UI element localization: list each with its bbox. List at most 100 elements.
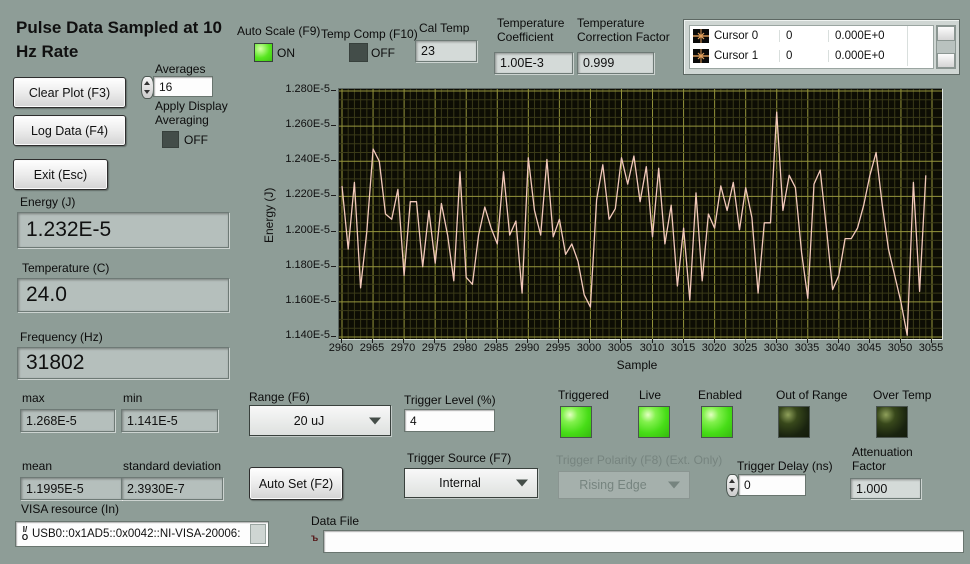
range-dropdown[interactable]: 20 uJ: [249, 405, 391, 436]
cursor-legend-scrollbar[interactable]: [936, 25, 956, 69]
increment-icon[interactable]: [729, 479, 735, 483]
y-tick-mark: [331, 195, 336, 196]
visa-resource-value: USB0::0x1AD5::0x0042::NI-VISA-20006:: [32, 528, 240, 540]
cursor-y-value: 0.000E+0: [828, 30, 907, 42]
log-data-button[interactable]: Log Data (F4): [13, 115, 126, 146]
increment-icon[interactable]: [144, 81, 150, 85]
y-tick-mark: [331, 90, 336, 91]
visa-io-icon: I/O: [18, 526, 32, 542]
live-led: [638, 406, 670, 438]
y-tick-mark: [331, 125, 336, 126]
auto-scale-state: ON: [277, 46, 295, 60]
cursor-x-value: 0: [779, 50, 828, 62]
auto-scale-label: Auto Scale (F9): [237, 24, 320, 38]
y-tick-label: 1.140E-5: [276, 329, 330, 341]
energy-value: 1.232E-5: [17, 212, 229, 248]
max-value: 1.268E-5: [20, 409, 115, 432]
temp-comp-state: OFF: [371, 46, 395, 60]
auto-scale-toggle[interactable]: [254, 43, 273, 62]
temperature-correction-factor-label: Temperature Correction Factor: [577, 16, 687, 45]
y-tick-label: 1.160E-5: [276, 294, 330, 306]
y-tick-mark: [331, 160, 336, 161]
temperature-label: Temperature (C): [22, 261, 109, 275]
cursor-marker-icon: [693, 29, 709, 43]
clear-plot-button[interactable]: Clear Plot (F3): [13, 77, 126, 108]
y-tick-label: 1.200E-5: [276, 224, 330, 236]
trigger-delay-label: Trigger Delay (ns): [737, 459, 833, 473]
temperature-coefficient-input[interactable]: 1.00E-3: [494, 52, 573, 74]
visa-scroll-cap[interactable]: [250, 524, 266, 544]
averages-label: Averages: [155, 62, 205, 76]
x-tick-label: 3055: [911, 342, 951, 354]
range-label: Range (F6): [249, 390, 310, 404]
frequency-label: Frequency (Hz): [20, 330, 103, 344]
standard-deviation-label: standard deviation: [123, 459, 221, 473]
y-axis-title: Energy (J): [262, 188, 276, 243]
triggered-led: [560, 406, 592, 438]
triggered-led-label: Triggered: [558, 388, 609, 402]
trigger-delay-input[interactable]: 0: [738, 474, 806, 496]
trigger-polarity-value: Rising Edge: [579, 478, 646, 492]
scroll-up-button[interactable]: [937, 26, 955, 41]
trigger-polarity-label: Trigger Polarity (F8) (Ext. Only): [556, 453, 722, 467]
temperature-value: 24.0: [17, 278, 229, 312]
mean-value: 1.1995E-5: [20, 477, 122, 500]
standard-deviation-value: 2.3930E-7: [121, 477, 223, 500]
apply-display-averaging-label: Apply Display Averaging: [155, 99, 255, 128]
visa-resource-label: VISA resource (In): [21, 502, 119, 516]
attenuation-factor-label: Attenuation Factor: [852, 445, 934, 474]
max-label: max: [22, 391, 45, 405]
cursor-name: Cursor 0: [714, 30, 758, 42]
chevron-down-icon[interactable]: [516, 480, 528, 487]
waveform-chart[interactable]: [338, 88, 943, 340]
decrement-icon[interactable]: [144, 90, 150, 94]
y-tick-mark: [331, 301, 336, 302]
x-axis-title: Sample: [597, 358, 677, 372]
temp-comp-toggle[interactable]: [349, 43, 368, 62]
exit-button[interactable]: Exit (Esc): [13, 159, 108, 190]
cursor-row[interactable]: Cursor 1 0 0.000E+0: [690, 46, 933, 66]
apply-display-averaging-toggle[interactable]: [162, 131, 179, 148]
y-tick-mark: [331, 231, 336, 232]
chevron-down-icon: [668, 482, 680, 489]
enabled-led: [701, 406, 733, 438]
apply-display-averaging-state: OFF: [184, 133, 208, 147]
temp-comp-label: Temp Comp (F10): [321, 27, 418, 41]
path-icon: ъ: [311, 533, 318, 544]
front-panel: { "header": { "title": "Pulse Data Sampl…: [0, 0, 970, 564]
page-title: Pulse Data Sampled at 10 Hz Rate: [16, 16, 231, 64]
frequency-value: 31802: [17, 347, 229, 379]
attenuation-factor-value: 1.000: [850, 478, 921, 499]
mean-label: mean: [22, 459, 52, 473]
data-file-label: Data File: [311, 514, 359, 528]
trigger-level-input[interactable]: 4: [404, 409, 495, 432]
y-tick-label: 1.280E-5: [276, 83, 330, 95]
scroll-down-button[interactable]: [937, 53, 955, 68]
min-label: min: [123, 391, 142, 405]
cal-temp-input[interactable]: 23: [415, 40, 477, 62]
auto-set-button[interactable]: Auto Set (F2): [249, 467, 343, 500]
y-tick-mark: [331, 266, 336, 267]
trigger-level-label: Trigger Level (%): [404, 393, 496, 407]
out-of-range-led-label: Out of Range: [776, 388, 847, 402]
trigger-source-dropdown[interactable]: Internal: [404, 468, 538, 498]
over-temp-led: [876, 406, 908, 438]
y-tick-label: 1.240E-5: [276, 153, 330, 165]
chart-plot-svg[interactable]: [339, 89, 942, 339]
trigger-polarity-dropdown: Rising Edge: [558, 471, 690, 499]
averages-input[interactable]: 16: [153, 76, 213, 97]
over-temp-led-label: Over Temp: [873, 388, 931, 402]
chevron-down-icon[interactable]: [369, 417, 381, 424]
y-tick-mark: [331, 336, 336, 337]
temperature-correction-factor-value: 0.999: [577, 52, 654, 74]
range-value: 20 uJ: [294, 414, 325, 428]
cursor-x-value: 0: [779, 30, 828, 42]
data-file-input[interactable]: [323, 530, 964, 553]
cursor-row[interactable]: Cursor 0 0 0.000E+0: [690, 26, 933, 46]
cursor-y-value: 0.000E+0: [828, 50, 907, 62]
energy-label: Energy (J): [20, 195, 75, 209]
cursor-marker-icon: [693, 49, 709, 63]
visa-resource-input[interactable]: I/O USB0::0x1AD5::0x0042::NI-VISA-20006:: [15, 521, 269, 547]
out-of-range-led: [778, 406, 810, 438]
decrement-icon[interactable]: [729, 488, 735, 492]
